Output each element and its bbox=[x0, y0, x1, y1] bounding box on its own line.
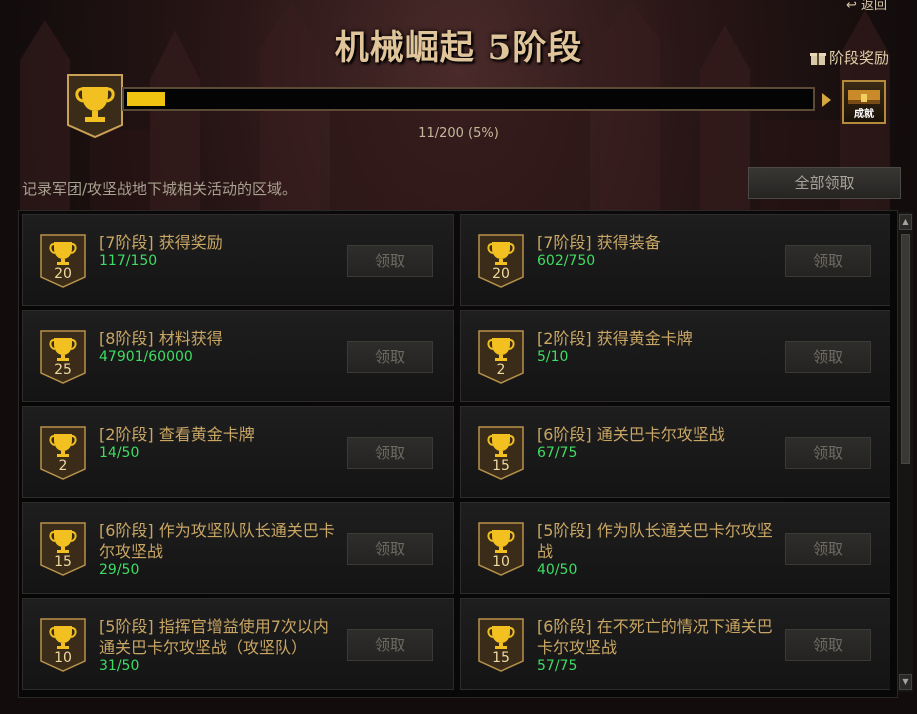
achievement-chest-button[interactable]: 成就 bbox=[842, 80, 886, 124]
achievement-progress: 67/75 bbox=[537, 445, 578, 461]
achievement-card: 20 [7阶段] 获得装备 602/750 领取 bbox=[460, 214, 890, 306]
achievement-grid: 20 [7阶段] 获得奖励 117/150 领取 20 [7阶段] 获得装备 602/750… bbox=[22, 214, 890, 694]
stage-progress-text: 11/200 (5%) bbox=[418, 126, 499, 141]
claim-button[interactable]: 领取 bbox=[347, 245, 433, 277]
achievement-card: 15 [6阶段] 通关巴卡尔攻坚战 67/75 领取 bbox=[460, 406, 890, 498]
achievement-title: [7阶段] 获得奖励 bbox=[99, 233, 223, 252]
achievement-progress: 47901/60000 bbox=[99, 349, 193, 365]
trophy-icon: 20 bbox=[477, 233, 525, 289]
achievement-title: [6阶段] 在不死亡的情况下通关巴卡尔攻坚战 bbox=[537, 617, 773, 657]
achievement-progress: 57/75 bbox=[537, 658, 578, 674]
return-arrow-icon: ↩ bbox=[845, 0, 857, 13]
achievement-progress: 14/50 bbox=[99, 445, 140, 461]
achievement-points: 10 bbox=[492, 554, 510, 570]
achievement-title: [6阶段] 作为攻坚队队长通关巴卡尔攻坚战 bbox=[99, 521, 335, 561]
page-title: 机械崛起 5阶段 bbox=[334, 28, 583, 68]
trophy-icon: 20 bbox=[39, 233, 87, 289]
achievement-title: [2阶段] 查看黄金卡牌 bbox=[99, 425, 255, 444]
achievement-points: 10 bbox=[54, 650, 72, 666]
trophy-icon: 2 bbox=[477, 329, 525, 385]
stage-reward-label: 阶段奖励 bbox=[829, 49, 890, 67]
trophy-icon: 15 bbox=[477, 425, 525, 481]
achievement-points: 20 bbox=[492, 266, 510, 282]
scroll-thumb[interactable] bbox=[901, 234, 910, 464]
stage-reward-button[interactable]: 阶段奖励 bbox=[810, 47, 889, 68]
trophy-icon: 25 bbox=[39, 329, 87, 385]
description-text: 记录军团/攻坚战地下城相关活动的区域。 bbox=[22, 180, 298, 198]
achievement-title: [2阶段] 获得黄金卡牌 bbox=[537, 329, 693, 348]
claim-button[interactable]: 领取 bbox=[785, 245, 871, 277]
achievement-title: [8阶段] 材料获得 bbox=[99, 329, 223, 348]
trophy-icon: 10 bbox=[477, 521, 525, 577]
return-label: 返回 bbox=[860, 0, 887, 13]
achievement-title: [5阶段] 指挥官增益使用7次以内通关巴卡尔攻坚战（攻坚队） bbox=[99, 617, 329, 657]
trophy-icon: 15 bbox=[477, 617, 525, 673]
claim-button[interactable]: 领取 bbox=[785, 629, 871, 661]
chest-label: 成就 bbox=[854, 109, 874, 120]
gift-icon bbox=[810, 52, 826, 65]
achievement-progress: 40/50 bbox=[537, 562, 578, 578]
achievement-progress: 29/50 bbox=[99, 562, 140, 578]
return-button[interactable]: ↩ 返回 bbox=[846, 0, 887, 13]
achievement-card: 10 [5阶段] 指挥官增益使用7次以内通关巴卡尔攻坚战（攻坚队） 31/50 领取 bbox=[22, 598, 454, 690]
achievement-card: 20 [7阶段] 获得奖励 117/150 领取 bbox=[22, 214, 454, 306]
achievement-title: [5阶段] 作为队长通关巴卡尔攻坚战 bbox=[537, 521, 773, 561]
achievement-points: 2 bbox=[496, 362, 506, 378]
achievement-progress: 602/750 bbox=[537, 253, 596, 269]
claim-button[interactable]: 领取 bbox=[347, 629, 433, 661]
achievement-points: 15 bbox=[492, 458, 510, 474]
claim-all-button[interactable]: 全部领取 bbox=[748, 167, 901, 199]
trophy-icon: 10 bbox=[39, 617, 87, 673]
achievement-title: [6阶段] 通关巴卡尔攻坚战 bbox=[537, 425, 725, 444]
achievement-progress: 31/50 bbox=[99, 658, 140, 674]
achievement-points: 15 bbox=[492, 650, 510, 666]
achievement-points: 15 bbox=[54, 554, 72, 570]
achievement-card: 2 [2阶段] 获得黄金卡牌 5/10 领取 bbox=[460, 310, 890, 402]
achievement-points: 2 bbox=[58, 458, 68, 474]
trophy-icon: 2 bbox=[39, 425, 87, 481]
achievement-title: [7阶段] 获得装备 bbox=[537, 233, 661, 252]
achievement-progress: 117/150 bbox=[99, 253, 158, 269]
achievement-points: 25 bbox=[54, 362, 72, 378]
claim-button[interactable]: 领取 bbox=[785, 437, 871, 469]
claim-button[interactable]: 领取 bbox=[347, 533, 433, 565]
scroll-down-arrow-icon[interactable]: ▼ bbox=[899, 674, 912, 690]
trophy-icon: 15 bbox=[39, 521, 87, 577]
claim-button[interactable]: 领取 bbox=[785, 341, 871, 373]
achievement-card: 15 [6阶段] 作为攻坚队队长通关巴卡尔攻坚战 29/50 领取 bbox=[22, 502, 454, 594]
achievement-card: 25 [8阶段] 材料获得 47901/60000 领取 bbox=[22, 310, 454, 402]
scrollbar[interactable]: ▲ ▼ bbox=[897, 212, 913, 692]
achievement-progress: 5/10 bbox=[537, 349, 569, 365]
scroll-up-arrow-icon[interactable]: ▲ bbox=[899, 214, 912, 230]
claim-button[interactable]: 领取 bbox=[347, 341, 433, 373]
achievement-card: 2 [2阶段] 查看黄金卡牌 14/50 领取 bbox=[22, 406, 454, 498]
achievement-card: 15 [6阶段] 在不死亡的情况下通关巴卡尔攻坚战 57/75 领取 bbox=[460, 598, 890, 690]
claim-button[interactable]: 领取 bbox=[785, 533, 871, 565]
stage-progress-bar bbox=[122, 87, 815, 111]
achievement-points: 20 bbox=[54, 266, 72, 282]
progress-arrow-icon bbox=[822, 93, 831, 107]
claim-button[interactable]: 领取 bbox=[347, 437, 433, 469]
achievement-card: 10 [5阶段] 作为队长通关巴卡尔攻坚战 40/50 领取 bbox=[460, 502, 890, 594]
stage-progress-fill bbox=[127, 92, 165, 106]
